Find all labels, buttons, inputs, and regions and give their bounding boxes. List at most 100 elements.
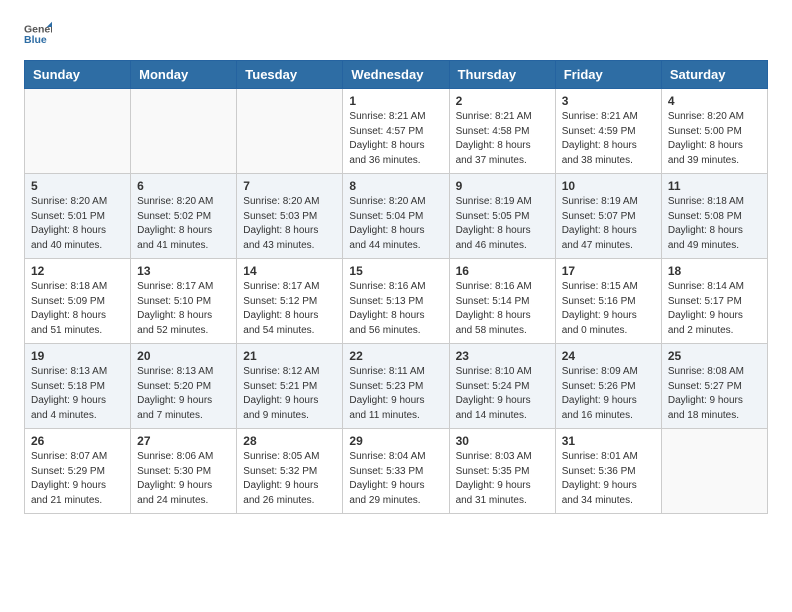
calendar-day-cell xyxy=(25,89,131,174)
calendar-day-cell: 26 Sunrise: 8:07 AM Sunset: 5:29 PM Dayli… xyxy=(25,429,131,514)
day-info: Sunrise: 8:10 AM Sunset: 5:24 PM Dayligh… xyxy=(456,365,549,423)
day-info: Sunrise: 8:16 AM Sunset: 5:14 PM Dayligh… xyxy=(456,280,549,338)
calendar-day-cell: 1 Sunrise: 8:21 AM Sunset: 4:57 PM Daylig… xyxy=(343,89,449,174)
calendar-day-cell: 10 Sunrise: 8:19 AM Sunset: 5:07 PM Dayli… xyxy=(555,174,661,259)
calendar-week-row: 1 Sunrise: 8:21 AM Sunset: 4:57 PM Daylig… xyxy=(25,89,768,174)
calendar-week-row: 5 Sunrise: 8:20 AM Sunset: 5:01 PM Daylig… xyxy=(25,174,768,259)
day-info: Sunrise: 8:20 AM Sunset: 5:02 PM Dayligh… xyxy=(137,195,230,253)
day-header-friday: Friday xyxy=(555,61,661,89)
day-number: 24 xyxy=(562,349,655,363)
day-info: Sunrise: 8:09 AM Sunset: 5:26 PM Dayligh… xyxy=(562,365,655,423)
calendar-day-cell: 22 Sunrise: 8:11 AM Sunset: 5:23 PM Dayli… xyxy=(343,344,449,429)
day-number: 19 xyxy=(31,349,124,363)
day-info: Sunrise: 8:08 AM Sunset: 5:27 PM Dayligh… xyxy=(668,365,761,423)
calendar-day-cell: 23 Sunrise: 8:10 AM Sunset: 5:24 PM Dayli… xyxy=(449,344,555,429)
day-number: 29 xyxy=(349,434,442,448)
calendar-day-cell: 12 Sunrise: 8:18 AM Sunset: 5:09 PM Dayli… xyxy=(25,259,131,344)
day-number: 25 xyxy=(668,349,761,363)
calendar-day-cell xyxy=(661,429,767,514)
calendar-day-cell: 9Sunrise: 8:19 AM Sunset: 5:05 PM Daylig… xyxy=(449,174,555,259)
day-number: 16 xyxy=(456,264,549,278)
day-info: Sunrise: 8:13 AM Sunset: 5:18 PM Dayligh… xyxy=(31,365,124,423)
calendar-day-cell: 27 Sunrise: 8:06 AM Sunset: 5:30 PM Dayli… xyxy=(131,429,237,514)
day-number: 28 xyxy=(243,434,336,448)
day-number: 18 xyxy=(668,264,761,278)
calendar-day-cell: 4 Sunrise: 8:20 AM Sunset: 5:00 PM Daylig… xyxy=(661,89,767,174)
calendar-day-cell: 25 Sunrise: 8:08 AM Sunset: 5:27 PM Dayli… xyxy=(661,344,767,429)
day-number: 9 xyxy=(456,179,549,193)
day-header-wednesday: Wednesday xyxy=(343,61,449,89)
calendar-day-cell: 19 Sunrise: 8:13 AM Sunset: 5:18 PM Dayli… xyxy=(25,344,131,429)
calendar-day-cell: 29 Sunrise: 8:04 AM Sunset: 5:33 PM Dayli… xyxy=(343,429,449,514)
day-info: Sunrise: 8:18 AM Sunset: 5:09 PM Dayligh… xyxy=(31,280,124,338)
day-number: 3 xyxy=(562,94,655,108)
day-info: Sunrise: 8:21 AM Sunset: 4:57 PM Dayligh… xyxy=(349,110,442,168)
day-number: 31 xyxy=(562,434,655,448)
calendar-day-cell: 24 Sunrise: 8:09 AM Sunset: 5:26 PM Dayli… xyxy=(555,344,661,429)
day-info: Sunrise: 8:07 AM Sunset: 5:29 PM Dayligh… xyxy=(31,450,124,508)
calendar-table: SundayMondayTuesdayWednesdayThursdayFrid… xyxy=(24,60,768,514)
day-info: Sunrise: 8:16 AM Sunset: 5:13 PM Dayligh… xyxy=(349,280,442,338)
day-number: 13 xyxy=(137,264,230,278)
calendar-day-cell: 5 Sunrise: 8:20 AM Sunset: 5:01 PM Daylig… xyxy=(25,174,131,259)
day-number: 14 xyxy=(243,264,336,278)
calendar-day-cell: 20Sunrise: 8:13 AM Sunset: 5:20 PM Dayli… xyxy=(131,344,237,429)
day-info: Sunrise: 8:20 AM Sunset: 5:03 PM Dayligh… xyxy=(243,195,336,253)
day-number: 4 xyxy=(668,94,761,108)
day-info: Sunrise: 8:04 AM Sunset: 5:33 PM Dayligh… xyxy=(349,450,442,508)
calendar-week-row: 12 Sunrise: 8:18 AM Sunset: 5:09 PM Dayli… xyxy=(25,259,768,344)
day-number: 17 xyxy=(562,264,655,278)
day-number: 5 xyxy=(31,179,124,193)
calendar-day-cell: 7 Sunrise: 8:20 AM Sunset: 5:03 PM Daylig… xyxy=(237,174,343,259)
logo: General Blue xyxy=(24,20,56,48)
day-info: Sunrise: 8:20 AM Sunset: 5:00 PM Dayligh… xyxy=(668,110,761,168)
calendar-day-cell: 17 Sunrise: 8:15 AM Sunset: 5:16 PM Dayli… xyxy=(555,259,661,344)
calendar-header-row: SundayMondayTuesdayWednesdayThursdayFrid… xyxy=(25,61,768,89)
calendar-day-cell xyxy=(237,89,343,174)
day-number: 10 xyxy=(562,179,655,193)
calendar-day-cell: 15 Sunrise: 8:16 AM Sunset: 5:13 PM Dayli… xyxy=(343,259,449,344)
day-number: 20 xyxy=(137,349,230,363)
day-info: Sunrise: 8:21 AM Sunset: 4:58 PM Dayligh… xyxy=(456,110,549,168)
day-number: 30 xyxy=(456,434,549,448)
day-header-thursday: Thursday xyxy=(449,61,555,89)
calendar-day-cell: 8 Sunrise: 8:20 AM Sunset: 5:04 PM Daylig… xyxy=(343,174,449,259)
day-info: Sunrise: 8:15 AM Sunset: 5:16 PM Dayligh… xyxy=(562,280,655,338)
day-number: 7 xyxy=(243,179,336,193)
calendar-day-cell: 14Sunrise: 8:17 AM Sunset: 5:12 PM Dayli… xyxy=(237,259,343,344)
calendar-day-cell: 30 Sunrise: 8:03 AM Sunset: 5:35 PM Dayli… xyxy=(449,429,555,514)
day-header-saturday: Saturday xyxy=(661,61,767,89)
day-info: Sunrise: 8:18 AM Sunset: 5:08 PM Dayligh… xyxy=(668,195,761,253)
day-info: Sunrise: 8:17 AM Sunset: 5:10 PM Dayligh… xyxy=(137,280,230,338)
day-header-tuesday: Tuesday xyxy=(237,61,343,89)
calendar-week-row: 26 Sunrise: 8:07 AM Sunset: 5:29 PM Dayli… xyxy=(25,429,768,514)
day-number: 15 xyxy=(349,264,442,278)
day-info: Sunrise: 8:20 AM Sunset: 5:01 PM Dayligh… xyxy=(31,195,124,253)
day-info: Sunrise: 8:05 AM Sunset: 5:32 PM Dayligh… xyxy=(243,450,336,508)
day-number: 12 xyxy=(31,264,124,278)
day-number: 8 xyxy=(349,179,442,193)
day-info: Sunrise: 8:03 AM Sunset: 5:35 PM Dayligh… xyxy=(456,450,549,508)
calendar-day-cell: 16 Sunrise: 8:16 AM Sunset: 5:14 PM Dayli… xyxy=(449,259,555,344)
calendar-day-cell: 2 Sunrise: 8:21 AM Sunset: 4:58 PM Daylig… xyxy=(449,89,555,174)
day-number: 26 xyxy=(31,434,124,448)
day-number: 22 xyxy=(349,349,442,363)
calendar-day-cell: 13 Sunrise: 8:17 AM Sunset: 5:10 PM Dayli… xyxy=(131,259,237,344)
day-info: Sunrise: 8:21 AM Sunset: 4:59 PM Dayligh… xyxy=(562,110,655,168)
calendar-day-cell: 6Sunrise: 8:20 AM Sunset: 5:02 PM Daylig… xyxy=(131,174,237,259)
day-info: Sunrise: 8:06 AM Sunset: 5:30 PM Dayligh… xyxy=(137,450,230,508)
day-number: 23 xyxy=(456,349,549,363)
day-number: 1 xyxy=(349,94,442,108)
day-info: Sunrise: 8:11 AM Sunset: 5:23 PM Dayligh… xyxy=(349,365,442,423)
calendar-day-cell: 18Sunrise: 8:14 AM Sunset: 5:17 PM Dayli… xyxy=(661,259,767,344)
svg-text:Blue: Blue xyxy=(24,34,47,46)
day-number: 21 xyxy=(243,349,336,363)
calendar-day-cell: 21Sunrise: 8:12 AM Sunset: 5:21 PM Dayli… xyxy=(237,344,343,429)
day-info: Sunrise: 8:20 AM Sunset: 5:04 PM Dayligh… xyxy=(349,195,442,253)
day-number: 27 xyxy=(137,434,230,448)
day-number: 2 xyxy=(456,94,549,108)
calendar-day-cell xyxy=(131,89,237,174)
day-info: Sunrise: 8:19 AM Sunset: 5:07 PM Dayligh… xyxy=(562,195,655,253)
page-header: General Blue xyxy=(24,20,768,48)
logo-icon: General Blue xyxy=(24,20,52,48)
